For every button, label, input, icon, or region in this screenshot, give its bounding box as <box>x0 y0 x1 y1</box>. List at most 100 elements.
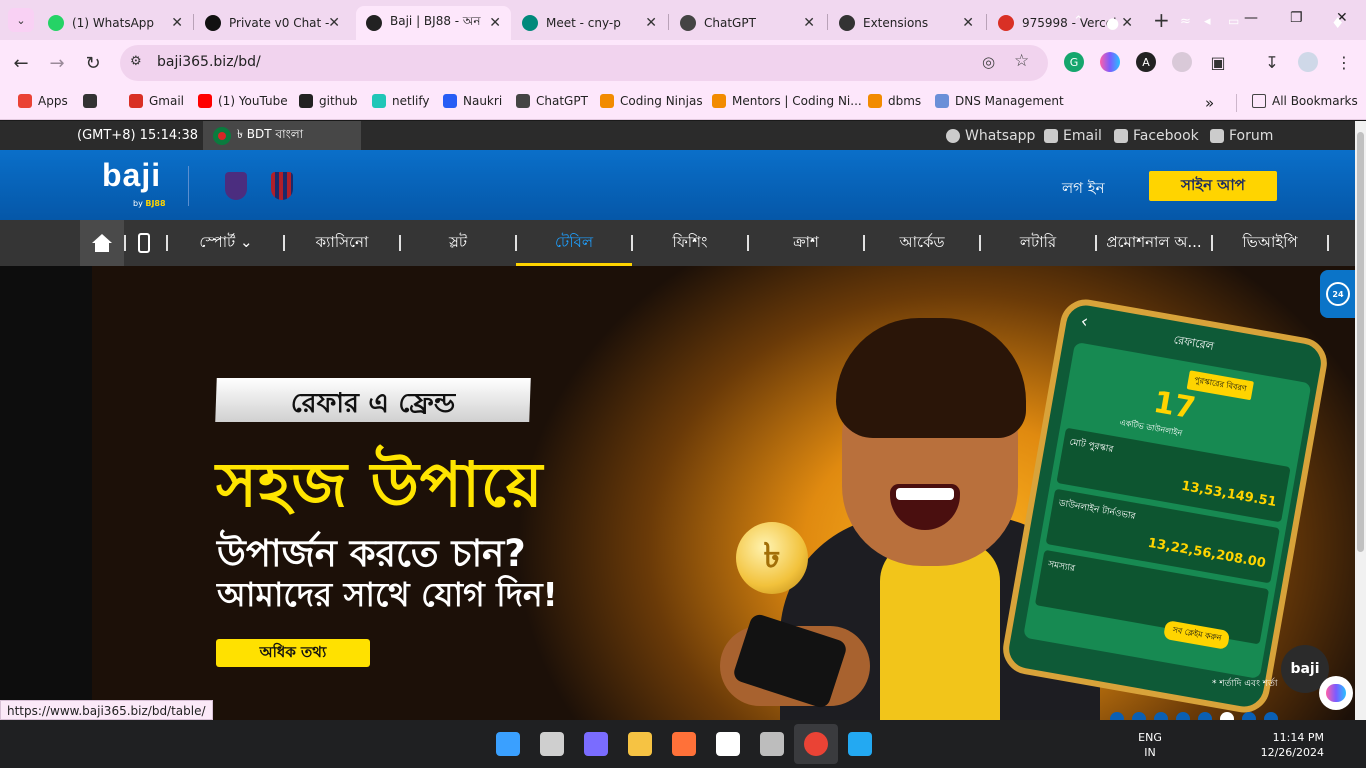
microphone-icon[interactable]: ● <box>1106 14 1119 32</box>
forum-icon <box>1210 129 1224 143</box>
nav-item[interactable]: টেবিল <box>516 220 632 266</box>
close-tab-icon[interactable]: ✕ <box>803 15 815 31</box>
eye-off-icon[interactable]: ◎ <box>982 53 995 71</box>
chrome-icon[interactable] <box>804 732 828 756</box>
notification-bell-icon[interactable]: ♦ <box>1331 14 1344 32</box>
new-tab-button[interactable]: + <box>1153 8 1170 32</box>
openai-extension-icon[interactable]: A <box>1136 52 1156 72</box>
clock[interactable]: 11:14 PM 12/26/2024 <box>1256 730 1324 760</box>
minimize-button[interactable]: — <box>1244 10 1258 26</box>
bookmark-item[interactable]: Mentors | Coding Ni... <box>712 94 862 108</box>
browser-tab[interactable]: Meet - cny-p ✕ <box>512 6 667 40</box>
close-tab-icon[interactable]: ✕ <box>1121 15 1133 31</box>
browser-tab[interactable]: 975998 - Vercel ✕ <box>988 6 1143 40</box>
bookmark-item[interactable]: github <box>299 94 357 108</box>
file-explorer-icon[interactable] <box>628 732 652 756</box>
bookmark-item[interactable]: DNS Management <box>935 94 1064 108</box>
forward-button[interactable]: → <box>44 50 70 76</box>
nav-item[interactable]: আর্কেড <box>864 220 980 266</box>
facebook-link[interactable]: Facebook <box>1114 128 1199 144</box>
firefox-icon[interactable] <box>672 732 696 756</box>
bookmark-item[interactable]: ChatGPT <box>516 94 588 108</box>
more-info-button[interactable]: অধিক তথ্য <box>216 639 370 667</box>
bookmark-item[interactable]: Naukri <box>443 94 502 108</box>
bookmark-star-icon[interactable]: ☆ <box>1014 51 1029 71</box>
bookmark-item[interactable]: dbms <box>868 94 921 108</box>
volume-icon[interactable]: ◂ <box>1204 14 1211 29</box>
slide-dot[interactable] <box>1132 712 1146 720</box>
browser-tab[interactable]: Private v0 Chat - ✕ <box>195 6 350 40</box>
bangladesh-flag-icon <box>213 126 231 145</box>
back-button[interactable]: ← <box>8 50 34 76</box>
mobile-app-icon[interactable] <box>138 233 150 253</box>
baji-logo[interactable]: baji <box>102 157 161 194</box>
close-tab-icon[interactable]: ✕ <box>645 15 657 31</box>
language-indicator[interactable]: ENG IN <box>1136 730 1164 760</box>
home-button[interactable] <box>80 220 124 266</box>
site-info-icon[interactable]: ⚙ <box>130 54 142 69</box>
nav-item[interactable]: ফিশিং <box>632 220 748 266</box>
nav-item[interactable]: লটারি <box>980 220 1096 266</box>
bookmark-item[interactable]: Gmail <box>129 94 184 108</box>
restore-button[interactable]: ❐ <box>1290 10 1303 26</box>
bookmark-item[interactable]: netlify <box>372 94 429 108</box>
close-tab-icon[interactable]: ✕ <box>489 15 501 31</box>
all-bookmarks-button[interactable]: All Bookmarks <box>1252 94 1358 108</box>
profile-avatar[interactable] <box>1298 52 1318 72</box>
brain-extension-icon[interactable] <box>1100 52 1120 72</box>
scrollbar-thumb[interactable] <box>1357 132 1364 552</box>
nav-item[interactable]: ক্যাসিনো <box>284 220 400 266</box>
slide-dot[interactable] <box>1154 712 1168 720</box>
browser-tab[interactable]: Baji | BJ88 - অন ✕ <box>356 6 511 40</box>
task-view-icon[interactable] <box>540 732 564 756</box>
ai-assistant-button[interactable] <box>1319 676 1353 710</box>
login-button[interactable]: লগ ইন <box>1062 177 1105 202</box>
calendar-app-icon[interactable] <box>716 732 740 756</box>
extension-icon[interactable] <box>1172 52 1192 72</box>
extensions-puzzle-icon[interactable]: ▣ <box>1208 52 1228 72</box>
bookmark-item[interactable] <box>83 94 103 108</box>
battery-icon[interactable]: ▭ <box>1228 14 1239 28</box>
tray-overflow-icon[interactable]: ⌃ <box>1073 14 1084 29</box>
chrome-menu-icon[interactable]: ⋮ <box>1334 52 1354 72</box>
bookmark-item[interactable]: (1) YouTube <box>198 94 288 108</box>
grammarly-extension-icon[interactable]: G <box>1064 52 1084 72</box>
browser-tab[interactable]: Extensions ✕ <box>829 6 984 40</box>
windows-start-icon[interactable] <box>496 732 520 756</box>
forum-link[interactable]: Forum <box>1210 128 1273 144</box>
address-bar[interactable]: ⚙ baji365.biz/bd/ ◎ ☆ <box>120 45 1048 81</box>
slide-dot[interactable] <box>1242 712 1256 720</box>
nav-item[interactable]: স্পোর্ট ⌄ <box>168 220 284 266</box>
close-tab-icon[interactable]: ✕ <box>962 15 974 31</box>
browser-tab[interactable]: ChatGPT ✕ <box>670 6 825 40</box>
url-text[interactable]: baji365.biz/bd/ <box>157 54 261 70</box>
bookmark-item[interactable]: Apps <box>18 94 68 108</box>
nav-item[interactable]: ভিআইপি <box>1212 220 1328 266</box>
close-tab-icon[interactable]: ✕ <box>328 15 340 31</box>
signup-button[interactable]: সাইন আপ <box>1149 171 1277 201</box>
currency-language-selector[interactable]: ৳ BDT বাংলা <box>203 121 361 150</box>
slide-dot[interactable] <box>1176 712 1190 720</box>
bookmark-item[interactable]: Coding Ninjas <box>600 94 703 108</box>
nav-item[interactable]: স্লট <box>400 220 516 266</box>
browser-tab[interactable]: (1) WhatsApp ✕ <box>38 6 193 40</box>
close-tab-icon[interactable]: ✕ <box>171 15 183 31</box>
support-24-button[interactable]: 24 <box>1320 270 1356 318</box>
copilot-icon[interactable] <box>584 732 608 756</box>
reload-button[interactable]: ↻ <box>80 50 106 76</box>
drive-icon[interactable] <box>760 732 784 756</box>
slide-dot[interactable] <box>1110 712 1124 720</box>
nav-item[interactable]: প্রমোশনাল অ... <box>1096 220 1212 266</box>
wifi-icon[interactable]: ≈ <box>1180 14 1191 29</box>
tab-search-button[interactable]: ⌄ <box>8 8 34 32</box>
slide-dot[interactable] <box>1220 712 1234 720</box>
nav-item[interactable]: ক্রাশ <box>748 220 864 266</box>
slide-dot[interactable] <box>1198 712 1212 720</box>
more-bookmarks-button[interactable]: » <box>1205 94 1214 112</box>
download-icon[interactable]: ↧ <box>1262 52 1282 72</box>
slide-dot[interactable] <box>1264 712 1278 720</box>
promo-banner[interactable]: রেফার এ ফ্রেন্ড সহজ উপায়ে উপার্জন করতে … <box>0 266 1355 720</box>
whatsapp-link[interactable]: Whatsapp <box>946 128 1035 144</box>
email-link[interactable]: Email <box>1044 128 1102 144</box>
vscode-icon[interactable] <box>848 732 872 756</box>
